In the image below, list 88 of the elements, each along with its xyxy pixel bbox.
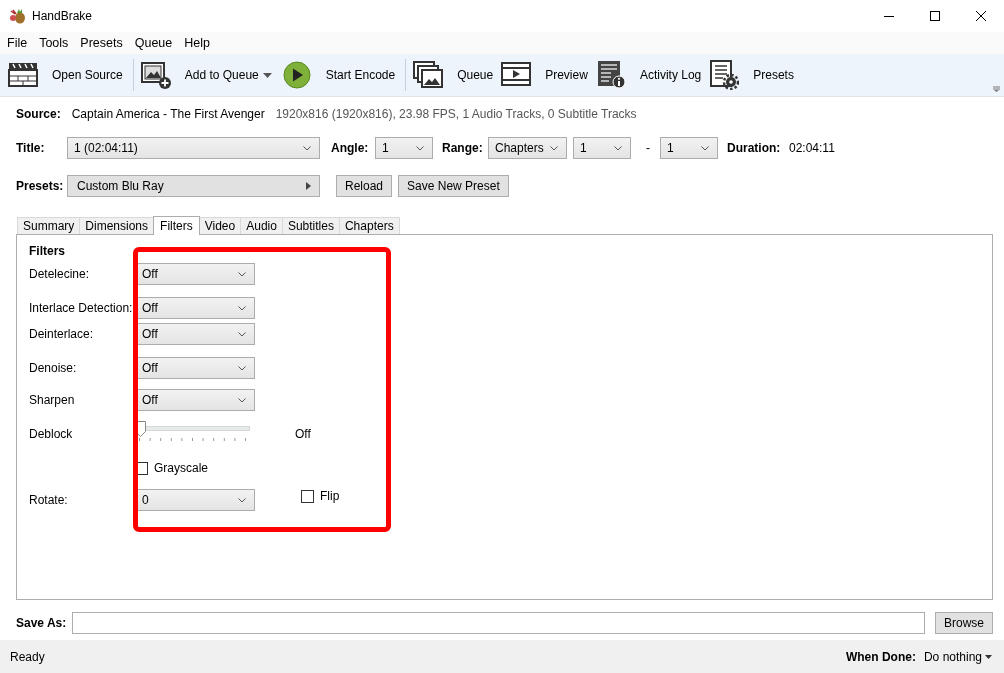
submenu-arrow-icon [306, 182, 311, 190]
dropdown-arrow-icon [985, 654, 992, 659]
range-separator: - [646, 141, 650, 155]
document-gear-icon [709, 60, 740, 90]
menu-item[interactable]: Presets [74, 36, 129, 50]
source-info: 1920x816 (1920x816), 23.98 FPS, 1 Audio Tracks, 0 Subtitle Tracks [275, 107, 637, 121]
chevron-down-icon [238, 305, 246, 311]
menu-item[interactable]: Queue [128, 36, 179, 50]
toolbar-button[interactable]: Activity Log [595, 58, 710, 92]
tab[interactable]: Subtitles [281, 217, 340, 234]
toolbar-button[interactable]: Add to Queue [140, 58, 267, 92]
chevron-down-icon [550, 145, 558, 151]
overflow-icon[interactable] [993, 86, 1000, 92]
picture-add-icon [140, 60, 171, 90]
browse-button[interactable]: Browse [935, 612, 993, 634]
toolbar-button[interactable]: Queue [413, 58, 502, 92]
slider-track[interactable] [135, 421, 250, 443]
angle-label: Angle: [331, 141, 370, 155]
preset-selector[interactable]: Custom Blu Ray [67, 175, 320, 197]
chevron-down-icon [614, 145, 622, 151]
tab[interactable]: Audio [240, 217, 283, 234]
checkbox-label[interactable]: Flip [320, 489, 340, 503]
app-logo-icon [9, 8, 26, 24]
tab[interactable]: Chapters [338, 217, 400, 234]
slider-value: Off [295, 427, 311, 441]
dropdown[interactable]: Off [135, 263, 255, 285]
dropdown[interactable]: Chapters [488, 137, 567, 159]
duration-value: 02:04:11 [789, 141, 835, 155]
source-label: Source: [16, 107, 61, 121]
menu-item[interactable]: Tools [33, 36, 75, 50]
dropdown-arrow-icon[interactable] [262, 72, 272, 78]
save-as-field[interactable] [72, 612, 925, 634]
when-done-label: When Done: [845, 649, 916, 664]
window-title: HandBrake [32, 9, 93, 23]
dropdown[interactable]: 1 [660, 137, 718, 159]
tab[interactable]: Video [198, 217, 242, 234]
save-as-label: Save As: [16, 616, 67, 630]
chevron-down-icon [416, 145, 424, 151]
close-icon [976, 11, 986, 21]
source-name: Captain America - The First Avenger [71, 107, 265, 121]
title-label: Title: [16, 141, 46, 155]
menu-item[interactable]: Help [178, 36, 216, 50]
menu-item[interactable]: File [1, 36, 34, 50]
status-text: Ready [10, 649, 45, 664]
dropdown[interactable]: Off [135, 297, 255, 319]
clapperboard-icon [8, 60, 38, 90]
range-label: Range: [442, 141, 484, 155]
field-label: Deinterlace: [29, 327, 95, 341]
maximize-icon [930, 11, 940, 21]
field-label: Deblock [29, 427, 74, 441]
dropdown[interactable]: 1 [573, 137, 631, 159]
tab[interactable]: Filters [153, 216, 200, 235]
reload-button[interactable]: Reload [336, 175, 393, 197]
tab[interactable]: Summary [17, 217, 81, 234]
field-label: Interlace Detection: [29, 301, 134, 315]
chevron-down-icon [238, 271, 246, 277]
chevron-down-icon [238, 331, 246, 337]
stacked-pictures-icon [413, 60, 444, 90]
duration-label: Duration: [727, 141, 782, 155]
dropdown[interactable]: 0 [135, 489, 255, 511]
presets-label: Presets: [16, 179, 65, 193]
checkbox-label[interactable]: Grayscale [154, 461, 209, 475]
field-label: Detelecine: [29, 267, 91, 281]
chevron-down-icon [238, 365, 246, 371]
save-preset-button[interactable]: Save New Preset [398, 175, 509, 197]
checkbox-box[interactable] [301, 489, 314, 503]
field-label: Denoise: [29, 361, 78, 375]
chevron-down-icon [238, 397, 246, 403]
slider-thumb[interactable] [135, 421, 146, 437]
dropdown[interactable]: Off [135, 357, 255, 379]
toolbar-button[interactable]: Presets [709, 58, 802, 92]
toolbar-button[interactable]: Preview [501, 58, 596, 92]
field-label: Rotate: [29, 493, 69, 507]
section-heading: Filters [29, 244, 66, 258]
dropdown[interactable]: Off [135, 389, 255, 411]
toolbar-button[interactable]: Open Source [8, 58, 131, 92]
dropdown[interactable]: Off [135, 323, 255, 345]
dropdown[interactable]: 1 [375, 137, 433, 159]
chevron-down-icon [701, 145, 709, 151]
log-document-icon [595, 60, 626, 90]
tab[interactable]: Dimensions [79, 217, 155, 234]
dropdown[interactable]: 1 (02:04:11) [67, 137, 320, 159]
chevron-down-icon [303, 145, 311, 151]
chevron-down-icon [238, 497, 246, 503]
toolbar-button[interactable]: Start Encode [281, 58, 404, 92]
when-done-dropdown[interactable]: Do nothing [923, 649, 992, 664]
field-label: Sharpen [29, 393, 76, 407]
play-circle-icon [281, 60, 312, 90]
